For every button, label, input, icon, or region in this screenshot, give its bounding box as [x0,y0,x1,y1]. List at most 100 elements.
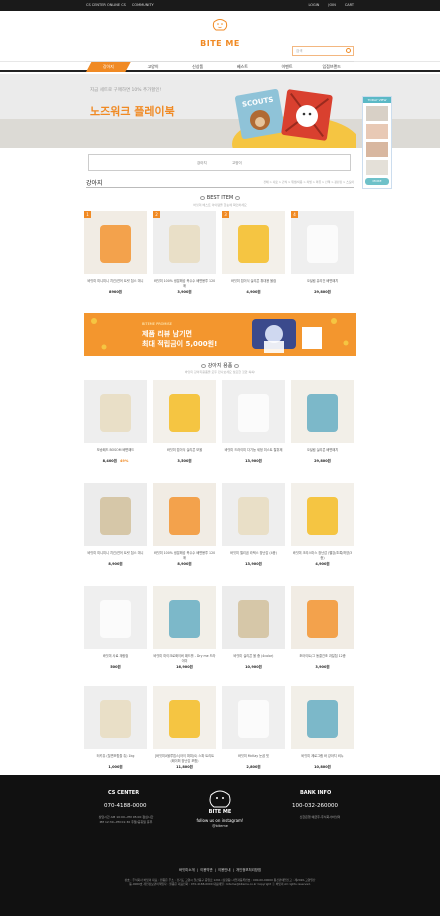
product-image[interactable] [291,686,354,749]
product-card[interactable]: 바잇미 100% 생분해성 옥수수 배변봉투 120매 8,900원 [153,483,216,567]
product-shape [238,700,269,738]
product-shape [307,497,338,535]
product-name[interactable]: 바잇미 미니미니 치킨/연어 트릿 칩스 미니 [84,551,147,560]
product-image[interactable] [153,380,216,443]
product-image[interactable] [84,686,147,749]
nav-brands[interactable]: 입점브랜드 [309,62,354,72]
product-image[interactable]: 4 [291,211,354,274]
site-logo[interactable]: BITE ME [196,16,244,48]
category-dog[interactable]: 강아지 [197,161,207,166]
product-shape [169,225,200,263]
product-shape [100,394,131,432]
product-card[interactable]: 바잇미 미니미니 치킨/연어 트릿 칩스 미니 8,900원 [84,483,147,567]
product-image[interactable] [153,686,216,749]
login-link[interactable]: LOGIN [308,3,319,7]
product-card[interactable]: [바잇미X블루칩스]아이 퍼피(S) 스파 트리트 (페이퍼 장난감 포함) 11… [153,686,216,770]
product-name[interactable]: 바잇미 실리콘 볼 중 (4color) [222,654,285,663]
product-image[interactable]: 1 [84,211,147,274]
product-card[interactable]: 조아이트/그 동결건조 과일칩 12종 3,900원 [291,586,354,670]
nav-cat[interactable]: 고양이 [131,62,176,72]
product-name[interactable]: 보송패드 BOSOM 배변패드 [84,448,147,457]
product-name[interactable]: 바잇미 제로그램 바 강아지 비누 [291,754,354,763]
product-card[interactable]: 4 오설림 유리건 배변패치 29,800원 [291,211,354,295]
today-view-more-button[interactable]: MORE [365,178,389,185]
product-card[interactable]: 바잇미 제로그램 바 강아지 비누 10,800원 [291,686,354,770]
community-link[interactable]: COMMUNITY [132,3,154,7]
product-name[interactable]: 오설림 유리건 배변패치 [291,279,354,288]
recent-item-thumb[interactable] [366,124,388,139]
product-image[interactable] [84,380,147,443]
category-cat[interactable]: 고양이 [232,161,242,166]
product-card[interactable]: 바잇미 실리콘 볼 중 (4color) 10,900원 [222,586,285,670]
product-price: 8,900원 [84,562,147,567]
product-card[interactable]: 바잇미 접이식 실리콘 보울 3,500원 [153,380,216,464]
cs-center-link[interactable]: CS CENTER ONLINE CS [86,3,126,7]
product-image[interactable] [153,483,216,546]
review-promo-banner[interactable]: BITEME PROMISE 제품 리뷰 남기면 최대 적립금이 5,000원! [84,313,356,356]
product-name[interactable]: 바잇미 McKay 눈곱 빗 [222,754,285,763]
nav-dog[interactable]: 강아지 [86,62,131,72]
product-image[interactable] [222,686,285,749]
product-name[interactable]: 바잇미 100% 생분해성 옥수수 배변봉투 120매 [153,551,216,560]
product-image[interactable] [291,380,354,443]
product-card[interactable]: 바잇미 마이크로화이버 패드롤 - Dry me 드라이미 16,900원 [153,586,216,670]
cart-link[interactable]: CART [345,3,354,7]
product-image[interactable] [222,483,285,546]
footer-link-privacy[interactable]: 개인정보처리방침 [236,868,261,872]
nav-event[interactable]: 이벤트 [265,62,310,72]
product-shape [307,700,338,738]
product-image[interactable]: 2 [153,211,216,274]
product-name[interactable]: 조아이트/그 동결건조 과일칩 12종 [291,654,354,663]
product-card[interactable]: 터키츄 (칠면조힘줄 츄) 1kg 1,000원 [84,686,147,770]
nav-new[interactable]: 신상품 [175,62,220,72]
cs-hours: 상담시간 AM 10:00~PM 05:00 점심시간 PM 12:30~PM … [98,815,154,824]
instagram-follow[interactable]: follow us on instagram! [180,818,260,824]
product-image[interactable] [153,586,216,649]
product-name[interactable]: 바잇미 100% 생분해성 옥수수 배변봉투 120매 [153,279,216,288]
product-price: 29,800원 [291,290,354,295]
instagram-id[interactable]: @biteme [180,824,260,829]
footer-link-terms[interactable]: 이용약관 [200,868,212,872]
product-card[interactable]: 오설림 실리콘 배변패치 29,800원 [291,380,354,464]
product-card[interactable]: 1 바잇미 미니미니 치킨/연어 트릿 칩스 미니 8900원 [84,211,147,295]
product-name[interactable]: 바잇미 드라이미 다기능 세정 미스트 탈취제 [222,448,285,457]
product-card[interactable]: 바잇미 젤리곰 라텍스 장난감 (4종) 13,900원 [222,483,285,567]
search-icon[interactable] [346,48,351,53]
product-price: 10,900원 [222,665,285,670]
product-image[interactable] [84,586,147,649]
footer-link-about[interactable]: 바잇미소개 [179,868,195,872]
nav-best[interactable]: 베스트 [220,62,265,72]
product-name[interactable]: 바잇미 접이식 실리콘 보울 [153,448,216,457]
footer-link-guide[interactable]: 이용안내 [218,868,230,872]
product-card[interactable]: 바잇미 McKay 눈곱 빗 2,800원 [222,686,285,770]
product-name[interactable]: 바잇미 젤리곰 라텍스 장난감 (4종) [222,551,285,560]
recent-item-thumb[interactable] [366,142,388,157]
product-image[interactable] [222,380,285,443]
product-price: 8,900원 [153,562,216,567]
product-image[interactable] [291,483,354,546]
product-name[interactable]: [바잇미X블루칩스]아이 퍼피(S) 스파 트리트 (페이퍼 장난감 포함) [153,754,216,763]
recent-item-thumb[interactable] [366,106,388,121]
product-name[interactable]: 바잇미 마이크로화이버 패드롤 - Dry me 드라이미 [153,654,216,663]
product-name[interactable]: 바잇미 크리스마스 장난감 (빨강/초록/하양/3종) [291,551,354,560]
product-card[interactable]: 바잇미 사료 계량컵 500원 [84,586,147,670]
product-image[interactable]: 3 [222,211,285,274]
product-name[interactable]: 터키츄 (칠면조힘줄 츄) 1kg [84,754,147,763]
promo-line-2: 최대 적립금이 5,000원! [142,340,218,348]
product-name[interactable]: 바잇미 미니미니 치킨/연어 트릿 칩스 미니 [84,279,147,288]
product-card[interactable]: 3 바잇미 접이식 실리콘 휴대용 물컵 4,900원 [222,211,285,295]
product-card[interactable]: 바잇미 드라이미 다기능 세정 미스트 탈취제 13,900원 [222,380,285,464]
product-name[interactable]: 바잇미 접이식 실리콘 휴대용 물컵 [222,279,285,288]
join-link[interactable]: JOIN [328,3,335,7]
product-card[interactable]: 바잇미 크리스마스 장난감 (빨강/초록/하양/3종) 4,900원 [291,483,354,567]
product-card[interactable]: 2 바잇미 100% 생분해성 옥수수 배변봉투 120매 3,900원 [153,211,216,295]
product-name[interactable]: 오설림 실리콘 배변패치 [291,448,354,457]
search-box[interactable]: 검색 [292,46,354,56]
product-image[interactable] [291,586,354,649]
product-image[interactable] [84,483,147,546]
breadcrumb[interactable]: 전체 > 사료 > 간식 > 위생/미용 > 리빙 > 의류 > 산책 > 장난… [263,180,354,184]
product-card[interactable]: 보송패드 BOSOM 배변패드 8,400원 49% [84,380,147,464]
product-name[interactable]: 바잇미 사료 계량컵 [84,654,147,663]
product-image[interactable] [222,586,285,649]
recent-item-thumb[interactable] [366,160,388,175]
